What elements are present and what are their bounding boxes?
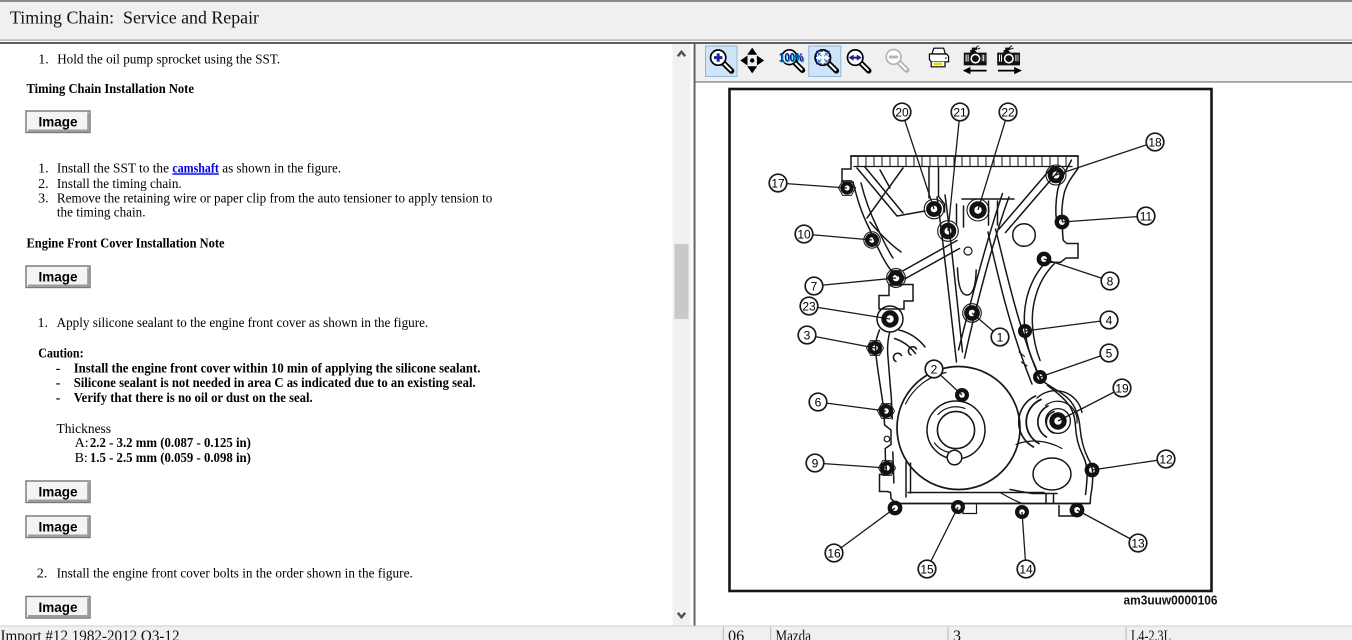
svg-text:Mazda: Mazda: [776, 628, 812, 640]
svg-text:13: 13: [1131, 536, 1145, 550]
svg-text:3: 3: [804, 328, 811, 342]
svg-text:14: 14: [1019, 562, 1033, 576]
svg-text:20: 20: [895, 105, 909, 119]
svg-text:22: 22: [1001, 105, 1015, 119]
svg-text:Verify that there is no oil or: Verify that there is no oil or dust on t…: [74, 391, 313, 406]
svg-text:B:: B:: [75, 451, 88, 466]
svg-text:camshaft: camshaft: [172, 161, 219, 176]
svg-text:-: -: [56, 376, 61, 391]
svg-text:the timing chain.: the timing chain.: [57, 206, 146, 221]
svg-text:11: 11: [1140, 209, 1153, 223]
svg-text:4: 4: [1106, 313, 1113, 327]
svg-text:19: 19: [1115, 381, 1129, 395]
svg-text:am3uuw0000106: am3uuw0000106: [1124, 593, 1218, 608]
svg-text:8: 8: [1107, 274, 1114, 288]
svg-text:Timing Chain Installation Note: Timing Chain Installation Note: [27, 82, 194, 97]
svg-text:Hold the oil pump sprocket usi: Hold the oil pump sprocket using the SST…: [57, 53, 280, 68]
svg-text:10: 10: [797, 227, 811, 241]
svg-text:6: 6: [815, 395, 822, 409]
svg-text:Silicone sealant is not needed: Silicone sealant is not needed in area C…: [74, 376, 476, 391]
svg-text:2.2 - 3.2 mm (0.087 - 0.125 in: 2.2 - 3.2 mm (0.087 - 0.125 in): [90, 436, 251, 451]
svg-text:Thickness: Thickness: [57, 422, 112, 437]
svg-text:as shown in the figure.: as shown in the figure.: [222, 161, 341, 176]
svg-text:Timing Chain: Service and Rep: Timing Chain: Service and Repair: [10, 7, 259, 27]
svg-text:15: 15: [920, 562, 934, 576]
svg-text:L4-2.3L: L4-2.3L: [1131, 628, 1171, 640]
svg-text:5: 5: [1106, 346, 1113, 360]
svg-text:Install the engine front cover: Install the engine front cover bolts in …: [57, 566, 413, 581]
svg-text:1: 1: [997, 330, 1004, 344]
svg-text:Install the engine front cover: Install the engine front cover within 10…: [74, 361, 481, 376]
svg-text:12: 12: [1159, 452, 1173, 466]
svg-text:Install the timing chain.: Install the timing chain.: [57, 177, 182, 192]
svg-text:16: 16: [827, 546, 841, 560]
svg-text:2: 2: [931, 362, 938, 376]
svg-text:Remove the retaining wire or p: Remove the retaining wire or paper clip …: [57, 191, 492, 206]
svg-text:Install the SST to the: Install the SST to the: [57, 161, 169, 176]
svg-text:1.: 1.: [38, 316, 49, 331]
svg-text:1.5 - 2.5 mm (0.059 - 0.098 in: 1.5 - 2.5 mm (0.059 - 0.098 in): [90, 451, 251, 466]
svg-text:23: 23: [802, 299, 816, 313]
svg-text:Import #12 1982-2012 Q3-12: Import #12 1982-2012 Q3-12: [1, 628, 180, 640]
svg-text:3.: 3.: [38, 191, 49, 206]
svg-text:-: -: [56, 361, 61, 376]
svg-text:2.: 2.: [38, 177, 49, 192]
svg-text:2.: 2.: [37, 566, 48, 581]
svg-text:Caution:: Caution:: [38, 346, 83, 361]
svg-text:21: 21: [953, 105, 967, 119]
svg-text:1.: 1.: [38, 53, 49, 68]
svg-text:Apply silicone sealant to the: Apply silicone sealant to the engine fro…: [57, 316, 429, 331]
svg-text:Engine Front Cover Installatio: Engine Front Cover Installation Note: [27, 237, 225, 252]
svg-text:3: 3: [953, 628, 961, 640]
svg-text:1.: 1.: [38, 161, 49, 176]
svg-text:17: 17: [771, 176, 785, 190]
svg-text:18: 18: [1148, 135, 1162, 149]
svg-text:A:: A:: [75, 436, 89, 451]
svg-text:100%: 100%: [779, 50, 804, 64]
svg-text:7: 7: [811, 279, 818, 293]
svg-text:06: 06: [728, 628, 744, 640]
svg-text:-: -: [56, 391, 61, 406]
svg-text:9: 9: [812, 456, 819, 470]
